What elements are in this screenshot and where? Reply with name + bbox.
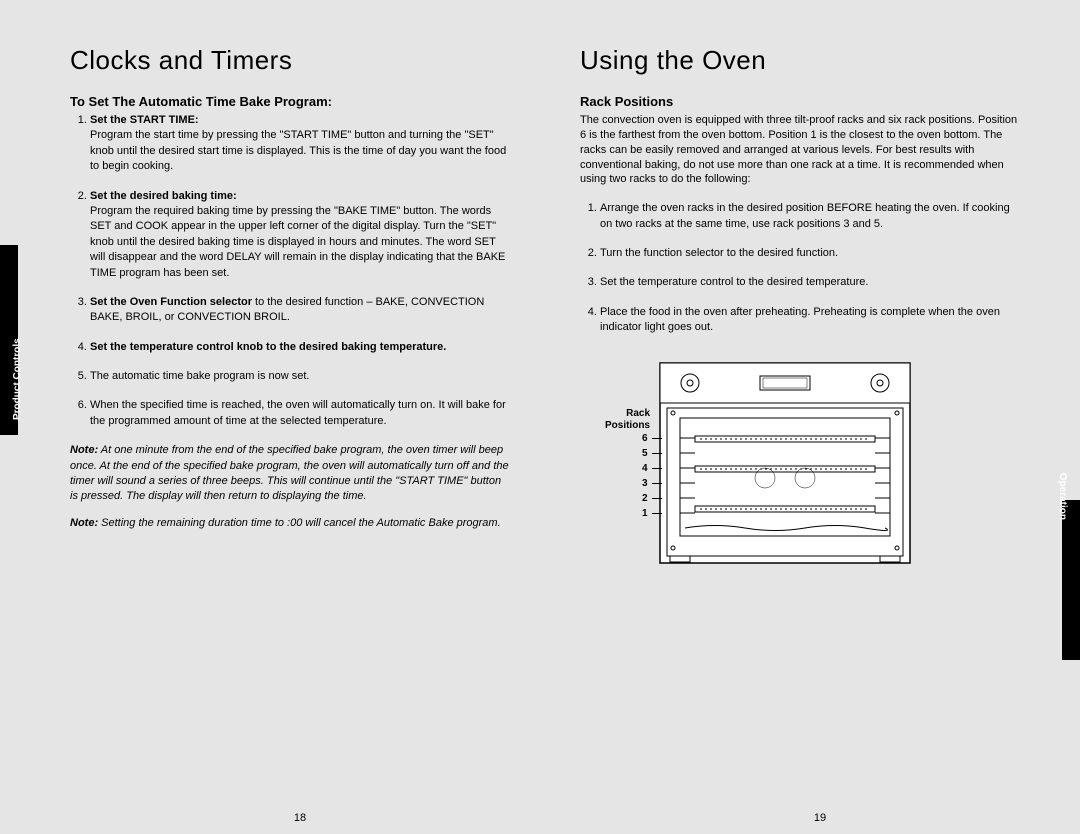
rack-num-3: 3 bbox=[642, 477, 648, 492]
rack-num-5: 5 bbox=[642, 447, 648, 462]
oven-diagram-label: Rack Positions bbox=[600, 408, 650, 432]
step-4: Set the temperature control knob to the … bbox=[90, 340, 510, 355]
note-1: Note: At one minute from the end of the … bbox=[70, 443, 510, 505]
rstep-2: Turn the function selector to the desire… bbox=[600, 246, 1020, 261]
rstep-4: Place the food in the oven after preheat… bbox=[600, 305, 1020, 336]
rack-num-4: 4 bbox=[642, 462, 648, 477]
oven-diagram: Rack Positions 6 5 4 3 2 1 bbox=[655, 358, 1020, 571]
rack-num-2: 2 bbox=[642, 492, 648, 507]
intro-text: The convection oven is equipped with thr… bbox=[580, 113, 1020, 187]
step-2: Set the desired baking time:Program the … bbox=[90, 189, 510, 281]
left-steps: Set the START TIME:Program the start tim… bbox=[70, 113, 510, 429]
subheading-right: Rack Positions bbox=[580, 94, 1020, 109]
note-2: Note: Setting the remaining duration tim… bbox=[70, 516, 510, 531]
step-1: Set the START TIME:Program the start tim… bbox=[90, 113, 510, 175]
side-tab-right: Operation bbox=[1062, 500, 1080, 660]
page-number-right: 19 bbox=[590, 812, 1050, 824]
rack-num-1: 1 bbox=[642, 507, 648, 522]
rstep-3: Set the temperature control to the desir… bbox=[600, 275, 1020, 290]
step-6: When the specified time is reached, the … bbox=[90, 398, 510, 429]
side-tab-left-label: Product Controls bbox=[12, 338, 23, 420]
side-tab-left: Product Controls bbox=[0, 245, 18, 435]
subheading-left: To Set The Automatic Time Bake Program: bbox=[70, 94, 510, 109]
right-steps: Arrange the oven racks in the desired po… bbox=[580, 201, 1020, 335]
left-page: Clocks and Timers To Set The Automatic T… bbox=[70, 45, 510, 571]
oven-svg bbox=[655, 358, 915, 568]
right-page: Using the Oven Rack Positions The convec… bbox=[580, 45, 1020, 571]
side-tab-right-label: Operation bbox=[1057, 473, 1068, 520]
page-spread: Clocks and Timers To Set The Automatic T… bbox=[0, 0, 1080, 571]
page-number-left: 18 bbox=[70, 812, 530, 824]
step-5: The automatic time bake program is now s… bbox=[90, 369, 510, 384]
heading-left: Clocks and Timers bbox=[70, 45, 510, 76]
rstep-1: Arrange the oven racks in the desired po… bbox=[600, 201, 1020, 232]
step-3: Set the Oven Function selector to the de… bbox=[90, 295, 510, 326]
heading-right: Using the Oven bbox=[580, 45, 1020, 76]
rack-num-6: 6 bbox=[642, 432, 648, 447]
oven-rack-numbers: 6 5 4 3 2 1 bbox=[642, 432, 648, 522]
